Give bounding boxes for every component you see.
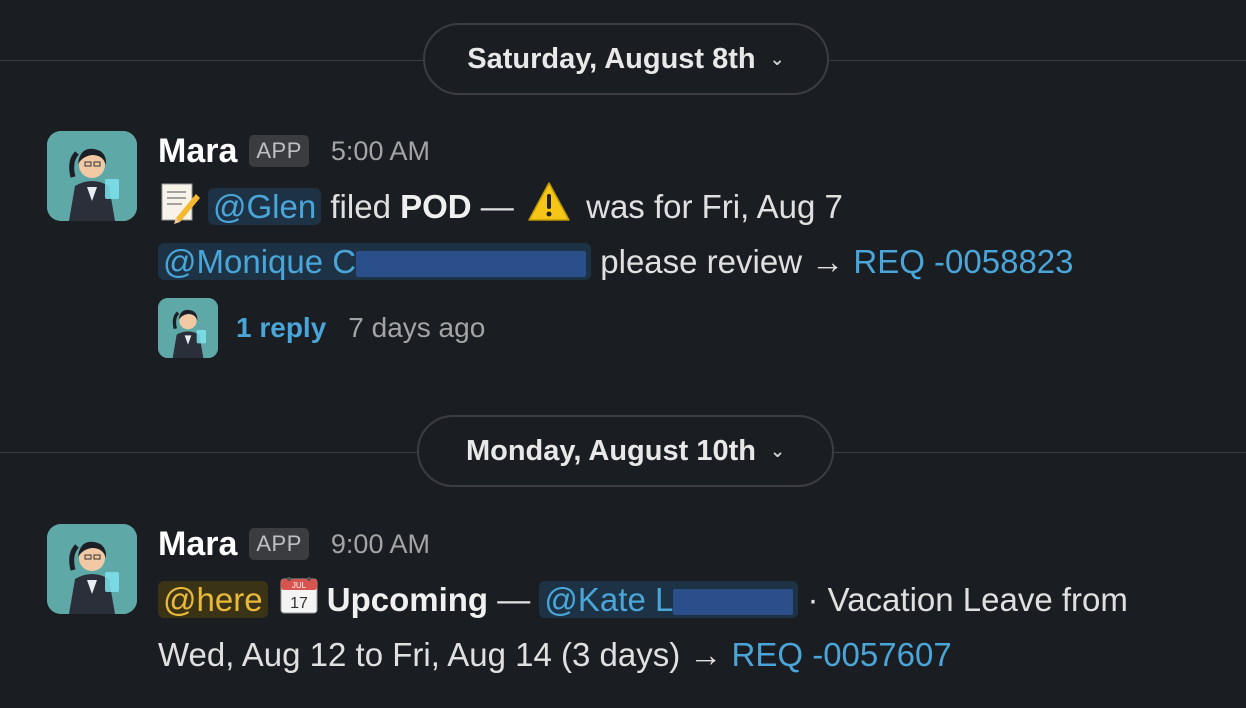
- request-link[interactable]: REQ -0058823: [853, 243, 1073, 280]
- message-bold-text: POD: [400, 188, 472, 225]
- message-content: Mara APP 5:00 AM @Glen filed POD — was f…: [158, 131, 1227, 359]
- message-content: Mara APP 9:00 AM @here JUL 17 Upcoming —…: [158, 524, 1227, 682]
- redaction-bar: [673, 589, 794, 616]
- app-badge: APP: [249, 528, 309, 560]
- timestamp[interactable]: 9:00 AM: [331, 529, 430, 560]
- message-header: Mara APP 9:00 AM: [158, 524, 1227, 564]
- user-mention-monique[interactable]: @Monique C: [158, 243, 592, 280]
- thread-summary[interactable]: 1 reply 7 days ago: [158, 297, 1227, 359]
- chevron-down-icon: ⌄: [769, 440, 786, 461]
- user-mention-glen[interactable]: @Glen: [208, 188, 322, 225]
- message-line-1: @here JUL 17 Upcoming — @Kate L · Vacati…: [158, 572, 1227, 627]
- message-text: was for Fri, Aug 7: [576, 188, 843, 225]
- warning-icon: [528, 182, 570, 221]
- message-header: Mara APP 5:00 AM: [158, 131, 1227, 171]
- message-text: please review →: [591, 243, 854, 280]
- date-jump-button[interactable]: Saturday, August 8th ⌄: [423, 23, 829, 95]
- reply-count-link[interactable]: 1 reply: [236, 312, 326, 344]
- date-divider: Monday, August 10th ⌄: [0, 415, 1246, 489]
- message-line-2: Wed, Aug 12 to Fri, Aug 14 (3 days) → RE…: [158, 627, 1227, 682]
- user-mention-kate[interactable]: @Kate L: [539, 581, 799, 618]
- last-reply-time: 7 days ago: [348, 312, 486, 343]
- memo-icon: [161, 183, 200, 224]
- date-label: Saturday, August 8th: [467, 42, 756, 75]
- message-text: Wed, Aug 12 to Fri, Aug 14 (3 days) →: [158, 636, 732, 673]
- sender-name[interactable]: Mara: [158, 525, 237, 564]
- message-text: —: [488, 581, 540, 618]
- chevron-down-icon: ⌄: [769, 48, 785, 69]
- app-badge: APP: [249, 135, 309, 167]
- avatar[interactable]: [47, 524, 137, 614]
- svg-text:17: 17: [290, 595, 308, 612]
- avatar-image: [47, 524, 137, 614]
- date-label: Monday, August 10th: [465, 434, 756, 467]
- date-divider: Saturday, August 8th ⌄: [0, 23, 1246, 97]
- here-mention[interactable]: @here: [158, 581, 268, 618]
- request-link[interactable]: REQ -0057607: [732, 636, 952, 673]
- avatar-image: [158, 298, 218, 358]
- avatar[interactable]: [47, 131, 137, 221]
- message-bold-text: Upcoming: [326, 581, 489, 618]
- redaction-bar: [356, 251, 587, 278]
- avatar-image: [47, 131, 137, 221]
- message-text: —: [471, 188, 523, 225]
- message-line-1: @Glen filed POD — was for Fri, Aug 7: [158, 179, 1227, 234]
- message-line-2: @Monique C please review → REQ -0058823: [158, 234, 1227, 289]
- message-text: filed: [321, 188, 401, 225]
- sender-name[interactable]: Mara: [158, 132, 237, 171]
- calendar-icon: JUL 17: [280, 577, 318, 614]
- svg-text:JUL: JUL: [292, 581, 307, 590]
- date-jump-button[interactable]: Monday, August 10th ⌄: [417, 415, 834, 487]
- message-text: · Vacation Leave from: [798, 581, 1128, 618]
- timestamp[interactable]: 5:00 AM: [331, 136, 430, 167]
- thread-avatar: [158, 298, 218, 358]
